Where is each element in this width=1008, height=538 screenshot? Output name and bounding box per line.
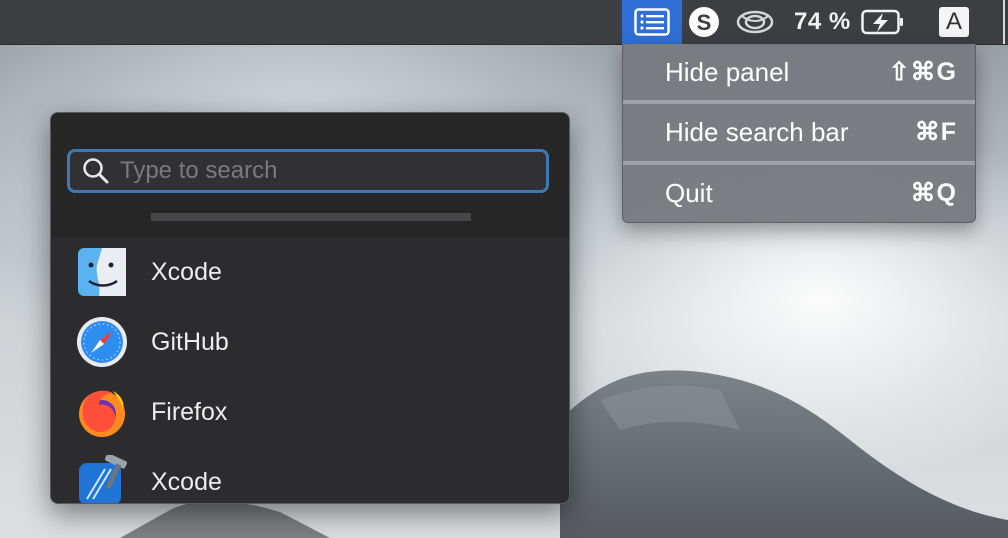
launcher-panel: Xcode GitHub Firefox (50, 112, 570, 504)
search-box[interactable] (67, 149, 549, 193)
menu-item-hide-panel[interactable]: Hide panel ⇧⌘G (623, 44, 975, 100)
search-icon (83, 158, 109, 184)
list-panel-icon (634, 8, 670, 36)
app-name: Xcode (151, 467, 222, 496)
menu-item-hide-search-bar[interactable]: Hide search bar ⌘F (623, 104, 975, 160)
menu-item-quit[interactable]: Quit ⌘Q (623, 165, 975, 221)
panel-resize-handle[interactable] (151, 213, 471, 221)
menu-item-label: Quit (665, 177, 713, 208)
xcode-icon (79, 455, 128, 503)
skype-menu-extra[interactable]: S (686, 0, 722, 44)
list-item-app[interactable]: Firefox (51, 377, 569, 447)
skype-icon: S (689, 7, 719, 37)
battery-menu-extra[interactable]: 74 % (794, 0, 914, 44)
input-source-badge: A (939, 7, 969, 37)
eye-icon (736, 10, 774, 34)
app-name: Xcode (151, 257, 222, 286)
list-item-app[interactable]: GitHub (51, 307, 569, 377)
menu-item-shortcut: ⌘F (914, 118, 957, 146)
menu-item-label: Hide panel (665, 56, 790, 87)
finder-icon (78, 248, 126, 296)
input-source-menu-extra[interactable]: A (936, 0, 972, 44)
menu-bar-edge (1003, 0, 1008, 44)
list-item-app[interactable]: Xcode (51, 237, 569, 307)
app-name: GitHub (151, 327, 229, 356)
search-input[interactable] (118, 156, 546, 186)
list-item-app[interactable]: Xcode (51, 447, 569, 503)
battery-charging-icon (860, 9, 903, 35)
firefox-icon (79, 390, 125, 437)
safari-icon (77, 317, 127, 367)
menu-item-label: Hide search bar (665, 116, 849, 147)
eye-menu-extra[interactable] (732, 0, 778, 44)
menu-item-shortcut: ⌘Q (910, 179, 957, 207)
panel-menu-extra[interactable] (622, 0, 682, 44)
menu-bar: S 74 % A (0, 0, 1008, 45)
app-name: Firefox (151, 397, 228, 426)
menu-item-shortcut: ⇧⌘G (888, 58, 957, 86)
svg-text:S: S (697, 10, 712, 35)
battery-percentage: 74 % (794, 8, 851, 35)
panel-dropdown-menu: Hide panel ⇧⌘G Hide search bar ⌘F Quit ⌘… (622, 44, 976, 223)
